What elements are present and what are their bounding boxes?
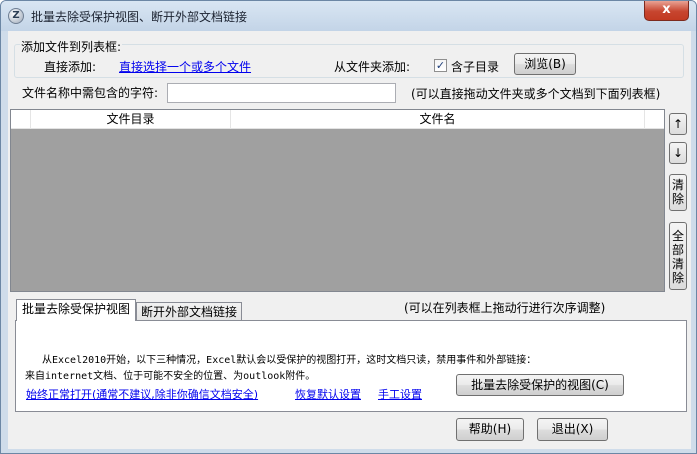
move-up-button[interactable]: ↑ [669, 113, 687, 135]
subdir-checkbox[interactable]: ✓ [434, 59, 447, 72]
exit-button[interactable]: 退出(X) [537, 418, 608, 441]
help-button[interactable]: 帮助(H) [456, 418, 524, 441]
clear-button[interactable]: 清除 [669, 174, 687, 211]
drag-hint: (可以直接拖动文件夹或多个文档到下面列表框) [411, 87, 661, 101]
folder-add-label: 从文件夹添加: [334, 60, 411, 74]
description-line-1: 从Excel2010开始，以下三种情况，Excel默认会以受保护的视图打开，这时… [42, 355, 537, 366]
window-title: 批量去除受保护视图、断开外部文档链接 [31, 10, 248, 24]
client-area: 添加文件到列表框: 直接添加: 直接选择一个或多个文件 从文件夹添加: ✓ 含子… [8, 31, 691, 449]
always-open-link[interactable]: 始终正常打开(通常不建议,除非你确信文档安全) [26, 386, 258, 402]
column-directory[interactable]: 文件目录 [31, 110, 231, 129]
checkmark-icon: ✓ [435, 59, 446, 72]
browse-button[interactable]: 浏览(B) [514, 53, 576, 75]
filter-input[interactable] [167, 83, 396, 103]
remove-protected-view-button[interactable]: 批量去除受保护的视图(C) [456, 374, 624, 396]
description-line-2: 来自internet文档、位于可能不安全的位置、为outlook附件。 [25, 371, 316, 382]
clear-all-button[interactable]: 全部清除 [669, 222, 687, 290]
row-indicator-column [11, 110, 31, 129]
filter-label: 文件名称中需包含的字符: [22, 86, 159, 100]
app-window: Z 批量去除受保护视图、断开外部文档链接 x 添加文件到列表框: 直接添加: 直… [0, 0, 697, 454]
tab-remove-protected-view[interactable]: 批量去除受保护视图 [16, 299, 136, 321]
add-files-group-legend: 添加文件到列表框: [20, 38, 123, 55]
select-files-link[interactable]: 直接选择一个或多个文件 [119, 58, 251, 75]
title-bar[interactable]: Z 批量去除受保护视图、断开外部文档链接 x [1, 1, 696, 31]
direct-add-label: 直接添加: [44, 60, 97, 74]
tab-break-external-links[interactable]: 断开外部文档链接 [136, 302, 242, 322]
app-icon: Z [8, 8, 24, 24]
reorder-hint: (可以在列表框上拖动行进行次序调整) [404, 301, 606, 315]
restore-default-link[interactable]: 恢复默认设置 [295, 386, 361, 402]
file-list-header: 文件目录 文件名 [11, 110, 664, 129]
manual-settings-link[interactable]: 手工设置 [378, 386, 422, 402]
close-button[interactable]: x [644, 1, 689, 21]
move-down-button[interactable]: ↓ [669, 142, 687, 164]
column-filename[interactable]: 文件名 [231, 110, 645, 129]
file-list[interactable]: 文件目录 文件名 [10, 109, 665, 292]
subdir-label: 含子目录 [451, 60, 500, 74]
